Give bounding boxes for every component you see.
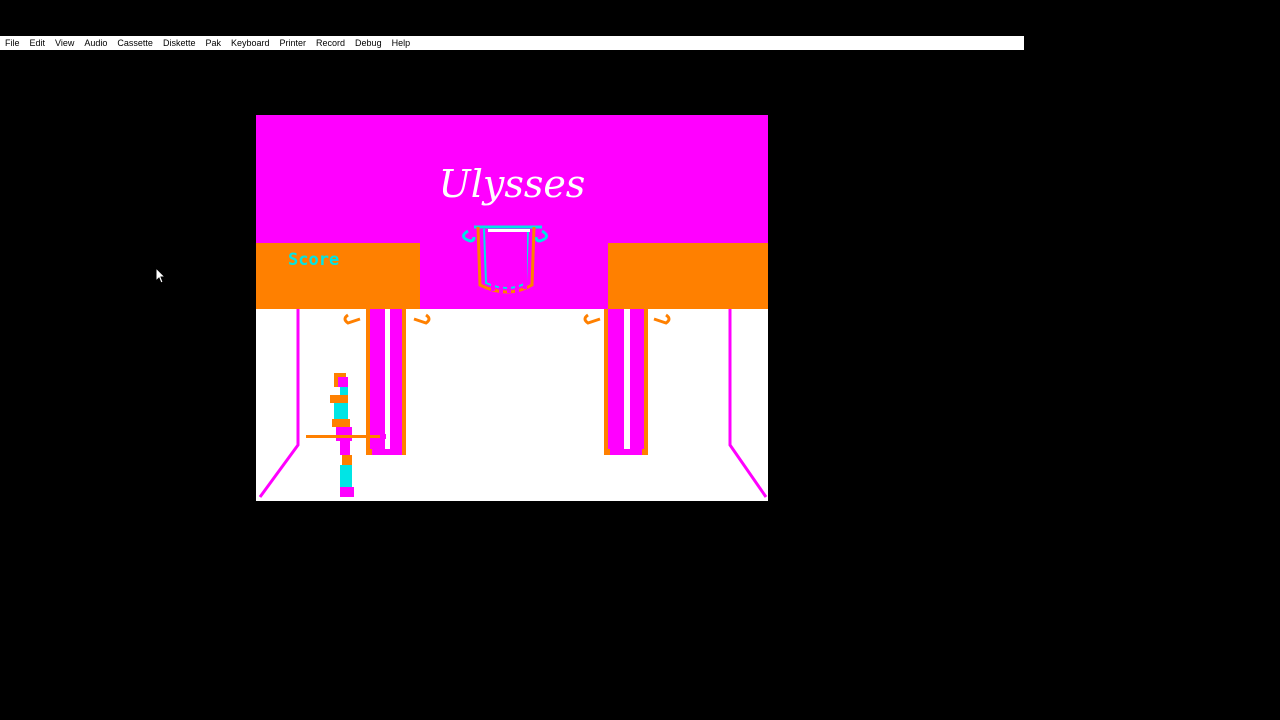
emulator-screen[interactable]: Ulysses Score	[256, 115, 768, 501]
menu-keyboard[interactable]: Keyboard	[226, 36, 275, 50]
menu-debug[interactable]: Debug	[350, 36, 387, 50]
menu-file[interactable]: File	[0, 36, 25, 50]
mouse-cursor-icon	[155, 267, 167, 284]
menu-record[interactable]: Record	[311, 36, 350, 50]
menu-diskette[interactable]: Diskette	[158, 36, 201, 50]
menu-view[interactable]: View	[50, 36, 79, 50]
menu-cassette[interactable]: Cassette	[112, 36, 158, 50]
menu-bar: File Edit View Audio Cassette Diskette Pak Keyb…	[0, 36, 1024, 50]
menu-printer[interactable]: Printer	[275, 36, 312, 50]
floor	[256, 309, 768, 501]
menu-edit[interactable]: Edit	[25, 36, 51, 50]
score-label: Score	[288, 250, 339, 270]
menu-audio[interactable]: Audio	[79, 36, 112, 50]
menu-help[interactable]: Help	[387, 36, 416, 50]
menu-pak[interactable]: Pak	[200, 36, 226, 50]
game-scene: Ulysses Score	[256, 115, 768, 501]
right-orange-block	[608, 243, 768, 309]
game-title: Ulysses	[439, 162, 586, 206]
